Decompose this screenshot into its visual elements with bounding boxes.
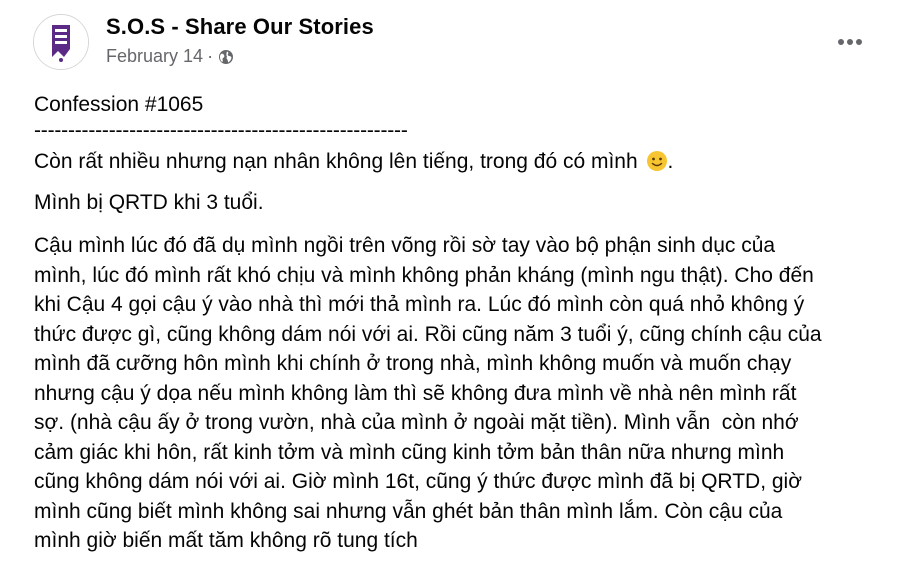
post-paragraph: Cậu mình lúc đó đã dụ mình ngồi trên võn… bbox=[34, 231, 884, 556]
intro-end: . bbox=[667, 150, 674, 173]
meta-separator: · bbox=[207, 46, 214, 66]
paragraph-line: sợ. (nhà cậu ấy ở trong vườn, nhà của mì… bbox=[34, 411, 799, 434]
intro-text: Còn rất nhiều nhưng nạn nhân không lên t… bbox=[34, 150, 638, 173]
post-date[interactable]: February 14 bbox=[106, 46, 203, 67]
page-name[interactable]: S.O.S - Share Our Stories bbox=[106, 14, 374, 40]
slightly-smiling-face-icon bbox=[646, 150, 668, 172]
confession-title: Confession #1065 bbox=[34, 93, 204, 116]
paragraph-line: cảm giác khi hôn, rất kinh tởm và mình c… bbox=[34, 440, 785, 464]
text-divider: ----------------------------------------… bbox=[34, 119, 408, 142]
post-second-line: Mình bị QRTD khi 3 tuổi. bbox=[34, 191, 264, 214]
facebook-post: S.O.S - Share Our Stories February 14 · … bbox=[0, 0, 907, 576]
paragraph-line: mình giờ biến mất tăm không rõ tung tích bbox=[34, 529, 418, 552]
paragraph-line: mình đã cưỡng hôn mình khi chính ở trong… bbox=[34, 352, 792, 375]
post-meta: February 14 · bbox=[106, 46, 234, 67]
paragraph-line: nhưng cậu ý dọa nếu mình không làm thì s… bbox=[34, 381, 797, 405]
more-horizontal-icon bbox=[838, 39, 862, 45]
paragraph-line: thức được gì, cũng không dám nói với ai.… bbox=[34, 322, 822, 346]
page-avatar-logo bbox=[34, 15, 88, 69]
paragraph-line: khi Cậu 4 gọi cậu ý vào nhà thì mới thả … bbox=[34, 293, 805, 316]
paragraph-line: mình cũng biết mình không sai nhưng vẫn … bbox=[34, 499, 783, 523]
page-avatar[interactable] bbox=[33, 14, 89, 70]
paragraph-line: Cậu mình lúc đó đã dụ mình ngồi trên võn… bbox=[34, 234, 776, 257]
paragraph-line: cũng không dám nói với ai. Giờ mình 16t,… bbox=[34, 470, 802, 493]
globe-icon[interactable] bbox=[218, 49, 234, 65]
post-intro-line: Còn rất nhiều nhưng nạn nhân không lên t… bbox=[34, 147, 673, 176]
more-options-button[interactable] bbox=[828, 24, 872, 60]
paragraph-line: mình, lúc đó mình rất khó chịu và mình k… bbox=[34, 263, 814, 287]
trailing-mark: . bbox=[34, 562, 40, 576]
